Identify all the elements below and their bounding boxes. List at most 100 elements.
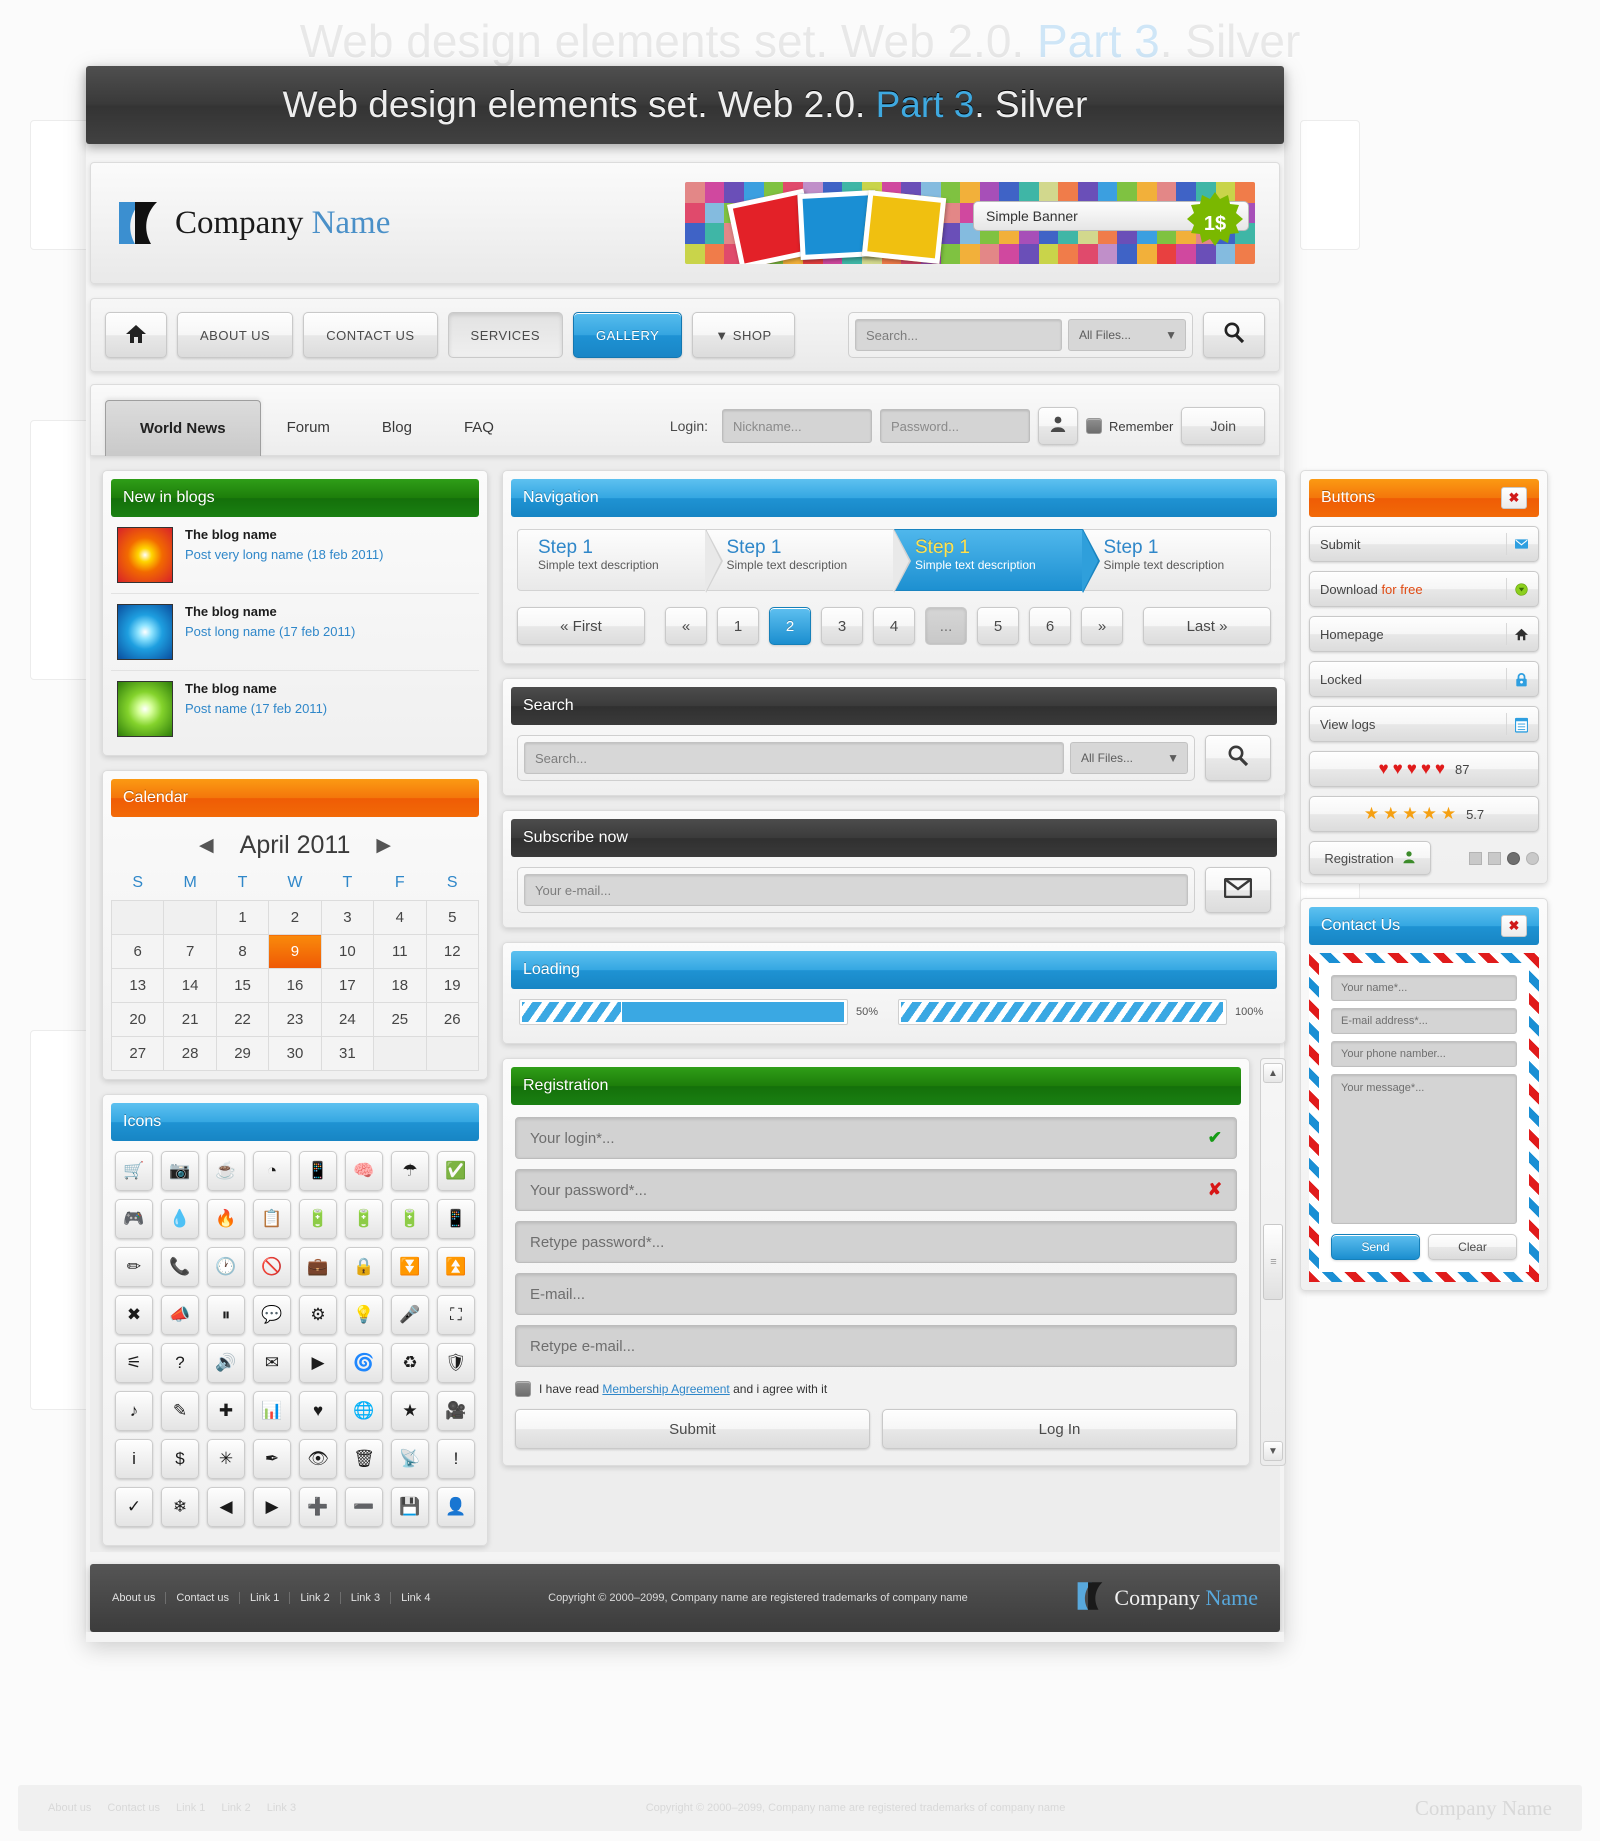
view-logs-button[interactable]: View logs [1309,706,1539,742]
close-icon[interactable]: ✖ [1501,487,1527,509]
calendar-cell[interactable]: 3 [320,900,375,935]
calendar-cell[interactable]: 30 [268,1036,322,1071]
nav-item-services[interactable]: SERVICES [447,312,564,358]
contact-name-input[interactable]: Your name*... [1331,975,1517,1001]
icon-cell-3[interactable]: ◔ [253,1151,291,1191]
search-input[interactable]: Search... [855,319,1062,351]
agreement-checkbox[interactable]: I have read Membership Agreement and i a… [515,1381,1237,1397]
hearts-rating[interactable]: ♥ ♥ ♥ ♥ ♥ 87 [1309,751,1539,787]
registration-email-field[interactable]: E-mail... [515,1273,1237,1315]
calendar-cell[interactable]: 29 [215,1036,270,1071]
icon-cell-53[interactable]: 🗑 [345,1439,383,1479]
calendar-cell[interactable]: 31 [320,1036,375,1071]
calendar-cell[interactable]: 12 [425,934,480,969]
square-indicator-icon[interactable] [1488,851,1501,865]
step-item[interactable]: Step 1 Simple text description [517,529,723,593]
chevron-left-icon[interactable]: ◀ [199,834,214,857]
chevron-right-icon[interactable]: ▶ [376,834,391,857]
icon-cell-8[interactable]: 🎮 [115,1199,153,1239]
icon-cell-20[interactable]: 💼 [299,1247,337,1287]
calendar-cell[interactable]: 13 [110,968,165,1003]
icon-cell-48[interactable]: i [115,1439,153,1479]
calendar-cell[interactable]: 5 [425,900,480,935]
tab-world-news[interactable]: World News [105,400,261,456]
icon-cell-36[interactable]: ▶ [299,1343,337,1383]
scroll-up-icon[interactable]: ▲ [1263,1063,1283,1083]
list-item[interactable]: The blog name Post long name (17 feb 201… [111,594,479,671]
footer-link-2[interactable]: Link 2 [290,1592,341,1604]
calendar-cell[interactable]: 18 [373,968,427,1003]
calendar-cell[interactable]: 20 [110,1002,165,1037]
square-indicator-icon[interactable] [1469,851,1482,865]
page-ellipsis[interactable]: ... [925,607,967,645]
locked-button[interactable]: Locked [1309,661,1539,697]
icon-cell-49[interactable]: $ [161,1439,199,1479]
icon-cell-50[interactable]: ✳ [207,1439,245,1479]
icon-cell-42[interactable]: ✚ [207,1391,245,1431]
page-2-button-current[interactable]: 2 [769,607,811,645]
step-item[interactable]: Step 1 Simple text description [1082,529,1271,591]
icon-cell-33[interactable]: ? [161,1343,199,1383]
page-prev-button[interactable]: « [665,607,707,645]
icon-cell-54[interactable]: 📡 [391,1439,429,1479]
icon-cell-59[interactable]: ▶ [253,1487,291,1527]
password-input[interactable]: Password... [880,409,1031,443]
scrollbar-thumb[interactable]: ≡ [1263,1224,1283,1300]
icon-cell-30[interactable]: 🎤 [391,1295,429,1335]
icon-cell-52[interactable]: 👁 [299,1439,337,1479]
icon-cell-23[interactable]: ⏫ [437,1247,475,1287]
nav-item-contact-us[interactable]: CONTACT US [303,312,438,358]
icon-cell-55[interactable]: ! [437,1439,475,1479]
nickname-input[interactable]: Nickname... [722,409,873,443]
page-1-button[interactable]: 1 [717,607,759,645]
search-panel-filter[interactable]: All Files... ▼ [1070,742,1188,774]
stars-rating[interactable]: ★ ★ ★ ★ ★ 5.7 [1309,796,1539,832]
page-first-button[interactable]: « First [517,607,645,645]
icon-cell-2[interactable]: ☕ [207,1151,245,1191]
icon-cell-63[interactable]: 👤 [437,1487,475,1527]
indicator-dots[interactable] [1469,851,1539,865]
company-logo[interactable]: Company Name [115,200,390,246]
registration-login-field[interactable]: Your login*... ✔ [515,1117,1237,1159]
close-icon[interactable]: ✖ [1501,915,1527,937]
icon-cell-17[interactable]: 📞 [161,1247,199,1287]
user-account-button[interactable] [1038,407,1079,445]
icon-cell-37[interactable]: 🌀 [345,1343,383,1383]
registration-password-field[interactable]: Your password*... ✘ [515,1169,1237,1211]
remember-checkbox[interactable]: Remember [1086,418,1173,434]
calendar-cell[interactable]: 19 [425,968,480,1003]
icon-cell-38[interactable]: ♻ [391,1343,429,1383]
contact-clear-button[interactable]: Clear [1428,1234,1517,1260]
calendar-cell[interactable]: 17 [320,968,375,1003]
calendar-cell[interactable]: 7 [163,934,217,969]
download-button[interactable]: Download for free [1309,571,1539,607]
step-item[interactable]: Step 1 Simple text description [705,529,911,593]
search-panel-button[interactable] [1205,735,1271,781]
tab-blog[interactable]: Blog [356,399,438,455]
footer-link-about-us[interactable]: About us [112,1592,167,1604]
membership-agreement-link[interactable]: Membership Agreement [602,1382,729,1396]
calendar-cell[interactable]: 24 [320,1002,375,1037]
icon-cell-15[interactable]: 📱 [437,1199,475,1239]
blog-post-link[interactable]: Post very long name (18 feb 2011) [185,547,384,562]
footer-link-1[interactable]: Link 1 [240,1592,291,1604]
icon-cell-0[interactable]: 🛒 [115,1151,153,1191]
contact-send-button[interactable]: Send [1331,1234,1420,1260]
icon-cell-44[interactable]: ♥ [299,1391,337,1431]
page-next-button[interactable]: » [1081,607,1123,645]
icon-cell-62[interactable]: 💾 [391,1487,429,1527]
calendar-cell[interactable]: 10 [320,934,375,969]
footer-link-3[interactable]: Link 3 [341,1592,392,1604]
icon-cell-45[interactable]: 🌐 [345,1391,383,1431]
icon-cell-16[interactable]: ✏ [115,1247,153,1287]
submit-button[interactable]: Submit [1309,526,1539,562]
icon-cell-13[interactable]: 🔋 [345,1199,383,1239]
calendar-cell[interactable]: 22 [215,1002,270,1037]
calendar-cell[interactable]: 8 [215,934,270,969]
icon-cell-1[interactable]: 📷 [161,1151,199,1191]
registration-login-button[interactable]: Log In [882,1409,1237,1449]
icon-cell-32[interactable]: ⚟ [115,1343,153,1383]
scroll-down-icon[interactable]: ▼ [1263,1441,1283,1461]
calendar-cell[interactable]: 25 [373,1002,427,1037]
icon-cell-41[interactable]: ✎ [161,1391,199,1431]
